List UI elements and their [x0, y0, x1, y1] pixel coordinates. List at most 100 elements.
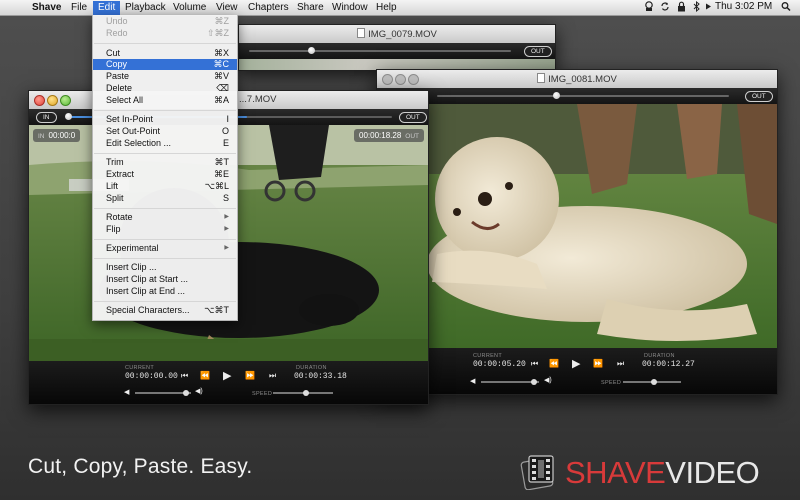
document-icon	[537, 73, 546, 83]
volume-knob[interactable]	[531, 379, 537, 385]
dog-video-image	[377, 104, 777, 348]
rewind-icon[interactable]: ⏪	[200, 371, 210, 380]
volume-high-icon: ◀)	[544, 377, 552, 384]
window-img-0079[interactable]: IMG_0079.MOV OUT	[238, 24, 556, 71]
window-title: ...7.MOV	[239, 94, 277, 105]
speed-knob[interactable]	[303, 390, 309, 396]
edit-menu: Undo ⌘Z Redo ⇧⌘Z Cut ⌘X Copy ⌘C Paste ⌘V Dele…	[92, 15, 238, 321]
fast-forward-icon[interactable]: ⏩	[593, 359, 603, 368]
menu-item-delete[interactable]: Delete ⌫	[93, 83, 237, 94]
fast-forward-icon[interactable]: ⏩	[245, 371, 255, 380]
previous-icon[interactable]: ⏮	[181, 371, 188, 381]
menu-item-rotate[interactable]: Rotate ▶	[93, 212, 237, 223]
play-icon[interactable]: ▶	[572, 357, 580, 370]
menu-item-experimental[interactable]: Experimental ▶	[93, 243, 237, 254]
out-button[interactable]: OUT	[745, 91, 773, 102]
menu-item-set-out-point[interactable]: Set Out-Point O	[93, 126, 237, 137]
menu-help[interactable]: Help	[371, 1, 402, 15]
menu-separator	[94, 153, 236, 154]
close-button[interactable]	[34, 95, 45, 106]
menu-view[interactable]: View	[211, 1, 243, 15]
menu-item-redo[interactable]: Redo ⇧⌘Z	[93, 28, 237, 39]
spotlight-icon[interactable]	[781, 1, 791, 15]
document-icon	[357, 28, 366, 38]
submenu-arrow-icon: ▶	[224, 226, 229, 232]
video-frame	[377, 104, 777, 348]
window-titlebar[interactable]: IMG_0079.MOV	[239, 25, 555, 44]
window-titlebar[interactable]: IMG_0081.MOV	[377, 70, 777, 89]
menu-volume[interactable]: Volume	[168, 1, 211, 15]
menu-item-undo[interactable]: Undo ⌘Z	[93, 16, 237, 27]
film-reel-logo-icon	[520, 455, 554, 490]
menu-app-shave[interactable]: Shave	[27, 1, 66, 15]
duration-time: 00:00:12.27	[642, 360, 695, 369]
volume-high-icon: ◀)	[195, 388, 203, 395]
menu-item-edit-selection[interactable]: Edit Selection ... E	[93, 138, 237, 149]
sync-icon[interactable]	[660, 1, 670, 15]
menu-item-special-characters[interactable]: Special Characters... ⌥⌘T	[93, 305, 237, 316]
menu-file[interactable]: File	[66, 1, 92, 15]
volume-knob[interactable]	[183, 390, 189, 396]
zoom-button[interactable]	[60, 95, 71, 106]
current-time: 00:00:05.20	[473, 360, 526, 369]
playhead-knob[interactable]	[308, 47, 315, 54]
trim-bar: OUT	[239, 43, 555, 59]
out-button[interactable]: OUT	[524, 46, 552, 57]
in-point-knob[interactable]	[65, 113, 72, 120]
menu-item-trim[interactable]: Trim ⌘T	[93, 157, 237, 168]
next-icon[interactable]: ⏭	[269, 371, 276, 381]
menu-item-extract[interactable]: Extract ⌘E	[93, 169, 237, 180]
menu-share[interactable]: Share	[292, 1, 329, 15]
menu-window[interactable]: Window	[327, 1, 373, 15]
in-timecode: IN 00:00:0	[33, 129, 81, 142]
in-button[interactable]: IN	[36, 112, 57, 123]
submenu-arrow-icon: ▶	[224, 214, 229, 220]
playhead-knob[interactable]	[553, 92, 560, 99]
menu-playback[interactable]: Playback	[120, 1, 171, 15]
current-label: CURRENT	[473, 353, 502, 359]
menubar: Shave File Edit Playback Volume View Cha…	[0, 0, 800, 16]
rewind-icon[interactable]: ⏪	[549, 359, 559, 368]
menu-item-insert-clip[interactable]: Insert Clip ...	[93, 262, 237, 273]
playback-controls: CURRENT 00:00:00.00 ⏮ ⏪ ▶ ⏩ ⏭ DURATION 0…	[29, 361, 428, 404]
menu-separator	[94, 301, 236, 302]
speed-label: SPEED	[601, 380, 622, 386]
menu-item-insert-clip-end[interactable]: Insert Clip at End ...	[93, 286, 237, 297]
menu-item-set-in-point[interactable]: Set In-Point I	[93, 114, 237, 125]
trim-track[interactable]	[437, 95, 729, 97]
lock-icon[interactable]	[677, 1, 686, 15]
current-time: 00:00:00.00	[125, 372, 178, 381]
menu-item-lift[interactable]: Lift ⌥⌘L	[93, 181, 237, 192]
submenu-arrow-icon: ▶	[224, 245, 229, 251]
menu-separator	[94, 239, 236, 240]
window-title: IMG_0079.MOV	[239, 28, 555, 40]
volume-low-icon: ◀	[470, 378, 476, 385]
menu-separator	[94, 258, 236, 259]
clock-text[interactable]: Thu 3:02 PM	[715, 1, 772, 12]
menu-item-cut[interactable]: Cut ⌘X	[93, 48, 237, 59]
menu-item-copy[interactable]: Copy ⌘C	[93, 59, 237, 70]
volume-low-icon: ◀	[124, 389, 130, 396]
current-label: CURRENT	[125, 365, 154, 371]
menu-item-select-all[interactable]: Select All ⌘A	[93, 95, 237, 106]
trim-bar: OUT	[377, 88, 777, 104]
bluetooth-icon[interactable]	[693, 0, 701, 15]
minimize-button[interactable]	[47, 95, 58, 106]
menu-item-split[interactable]: Split S	[93, 193, 237, 204]
airplay-icon[interactable]	[705, 1, 713, 15]
trim-track[interactable]	[249, 50, 511, 52]
menu-item-paste[interactable]: Paste ⌘V	[93, 71, 237, 82]
speed-knob[interactable]	[651, 379, 657, 385]
menu-item-insert-clip-start[interactable]: Insert Clip at Start ...	[93, 274, 237, 285]
duration-label: DURATION	[296, 365, 327, 371]
menu-edit[interactable]: Edit	[93, 1, 121, 15]
next-icon[interactable]: ⏭	[617, 359, 624, 369]
menu-extra-icon[interactable]	[644, 1, 654, 15]
play-icon[interactable]: ▶	[223, 369, 231, 382]
menu-separator	[94, 110, 236, 111]
window-img-0081[interactable]: IMG_0081.MOV OUT CURRENT 00:00:05.20 ⏮ ⏪…	[376, 69, 778, 395]
menu-chapters[interactable]: Chapters	[243, 1, 294, 15]
menu-item-flip[interactable]: Flip ▶	[93, 224, 237, 235]
previous-icon[interactable]: ⏮	[531, 359, 538, 369]
out-button[interactable]: OUT	[399, 112, 427, 123]
